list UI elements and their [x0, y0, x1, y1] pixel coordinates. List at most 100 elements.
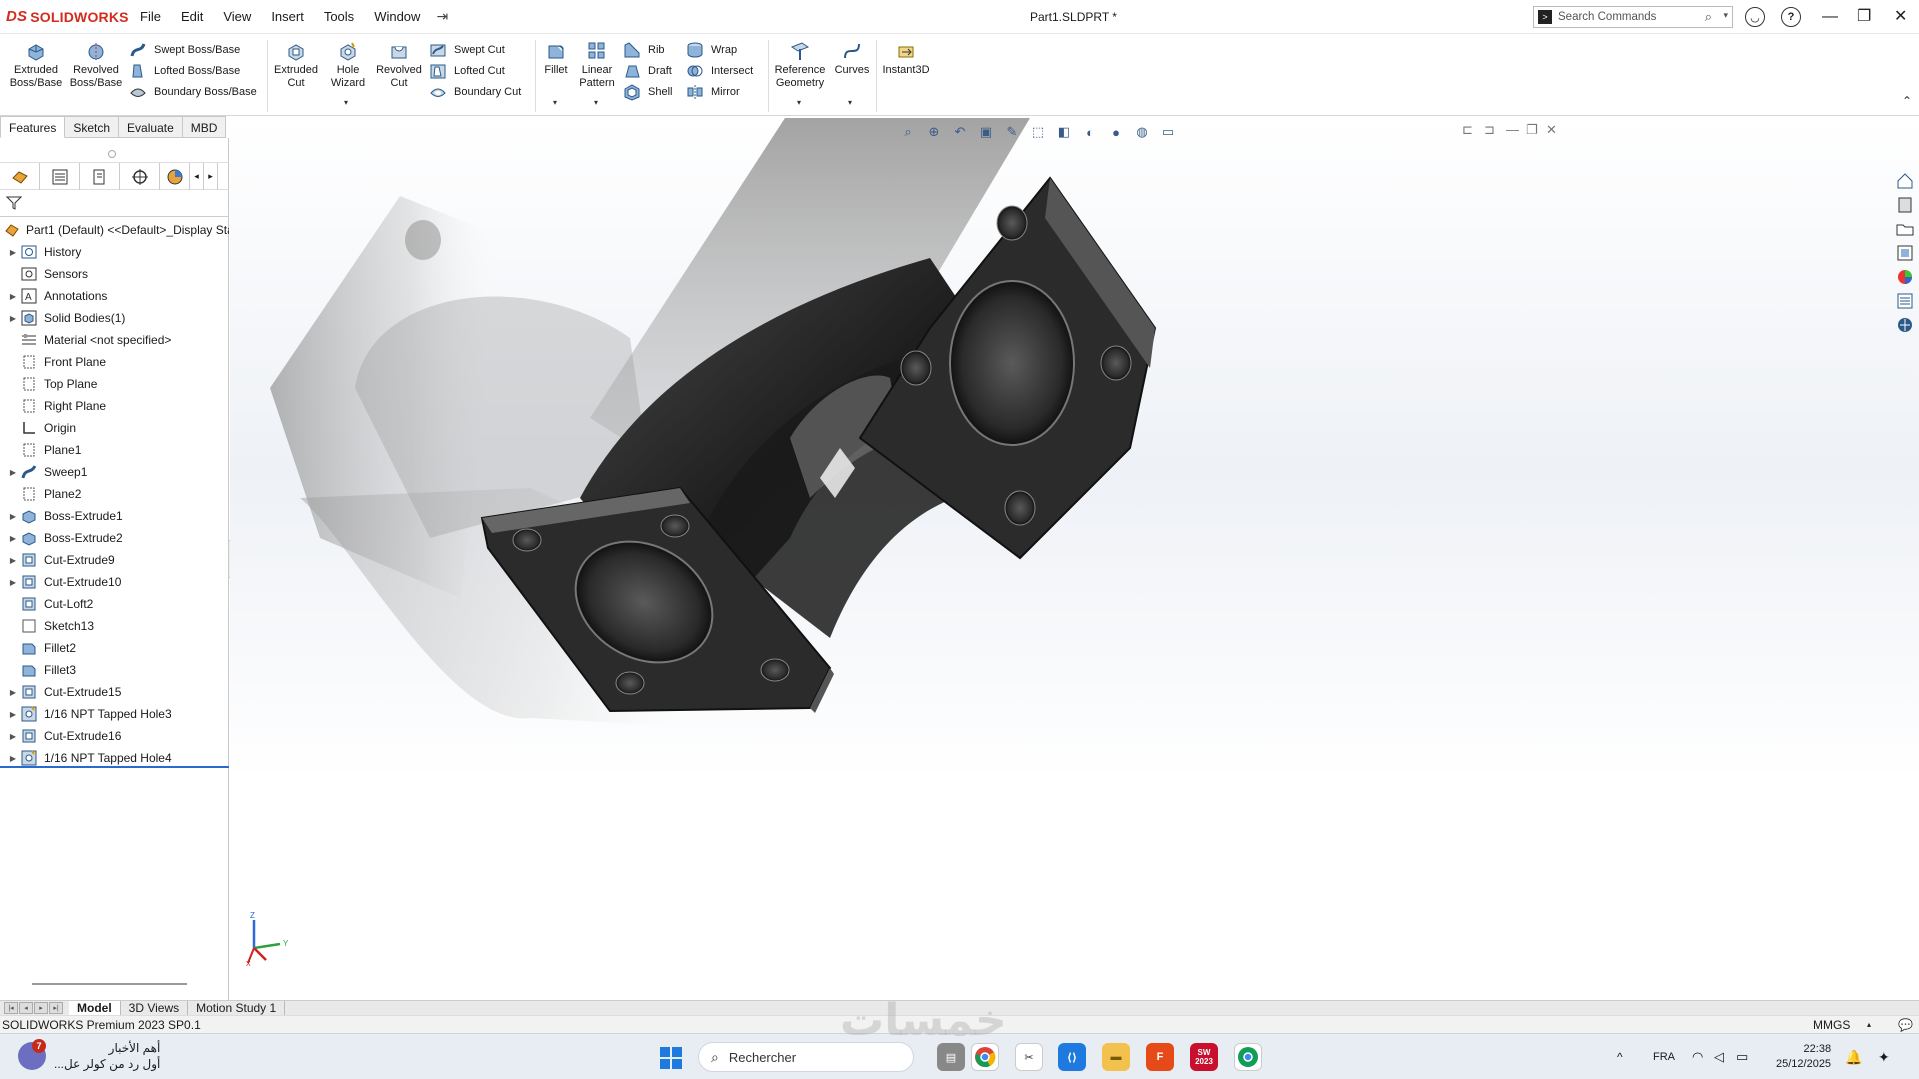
tree-item[interactable]: ▶ 1/16 NPT Tapped Hole3 [0, 703, 229, 725]
search-icon[interactable]: ⌕ [1705, 9, 1712, 25]
tree-item[interactable]: Origin [0, 417, 229, 439]
property-manager-tab-icon[interactable] [40, 163, 80, 190]
extruded-cut-button[interactable]: Extruded Cut [271, 40, 321, 90]
view-orientation-icon[interactable]: ⬚ [1028, 122, 1048, 142]
expand-arrow-icon[interactable]: ▶ [6, 754, 20, 763]
tree-item[interactable]: ▶ Boss-Extrude1 [0, 505, 229, 527]
snipping-tool-icon[interactable]: ✂ [1015, 1043, 1043, 1071]
solidworks-taskbar-icon[interactable]: SW 2023 [1190, 1043, 1218, 1071]
tree-item[interactable]: Sensors [0, 263, 229, 285]
last-tab-icon[interactable]: ▸| [49, 1002, 63, 1014]
tree-item[interactable]: ▶ Cut-Extrude9 [0, 549, 229, 571]
search-dropdown-icon[interactable]: ▾ [1723, 10, 1728, 21]
zoom-to-area-icon[interactable]: ⊕ [924, 122, 944, 142]
taskbar-search-input[interactable]: ⌕ Rechercher [698, 1042, 914, 1072]
custom-properties-icon[interactable] [1893, 290, 1917, 312]
tree-item[interactable]: Top Plane [0, 373, 229, 395]
tab-mbd[interactable]: MBD [182, 116, 227, 138]
taskbar-clock[interactable]: 22:38 25/12/2025 [1776, 1042, 1831, 1072]
input-language[interactable]: FRA [1653, 1034, 1675, 1079]
next-tab-icon[interactable]: ▸ [34, 1002, 48, 1014]
revolved-boss-button[interactable]: Revolved Boss/Base [68, 40, 124, 90]
chrome-profile-icon[interactable] [1234, 1043, 1262, 1071]
close-button[interactable]: ✕ [1894, 0, 1907, 34]
expand-arrow-icon[interactable]: ▶ [6, 732, 20, 741]
viewport-tile-left-icon[interactable]: ⊏ [1462, 122, 1473, 138]
zoom-to-fit-icon[interactable]: ⌕ [898, 122, 918, 142]
prev-tab-icon[interactable]: ◂ [19, 1002, 33, 1014]
panel-grip-icon[interactable] [108, 150, 116, 158]
curves-button[interactable]: Curves [832, 40, 872, 77]
display-manager-tab-icon[interactable] [160, 163, 190, 190]
fillet-button[interactable]: Fillet [539, 40, 573, 77]
file-explorer-icon[interactable] [1893, 218, 1917, 240]
section-view-icon[interactable]: ▣ [976, 122, 996, 142]
view-settings-icon[interactable]: ▭ [1158, 122, 1178, 142]
instant3d-button[interactable]: Instant3D [878, 40, 934, 77]
vscode-icon[interactable]: ⟨⟩ [1058, 1043, 1086, 1071]
panel-horizontal-scrollbar[interactable] [32, 983, 187, 985]
solidworks-logo[interactable]: DS SOLIDWORKS [0, 8, 130, 25]
graphics-area[interactable]: ⌕ ⊕ ↶ ▣ ✎ ⬚ ◧ ◐ ● ◍ ▭ ⊏ ⊐ — ❐ ✕ Z Y X [230, 118, 1919, 1000]
tab-evaluate[interactable]: Evaluate [119, 116, 183, 138]
menu-tools[interactable]: Tools [314, 0, 364, 34]
hole-wizard-button[interactable]: Hole Wizard [323, 40, 373, 90]
lofted-cut-button[interactable]: Lofted Cut [428, 61, 505, 81]
minimize-button[interactable]: — [1822, 0, 1838, 34]
intersect-button[interactable]: Intersect [685, 61, 753, 81]
filter-icon[interactable] [5, 195, 23, 214]
help-icon[interactable]: ? [1781, 7, 1801, 27]
tree-item[interactable]: ▶ Solid Bodies(1) [0, 307, 229, 329]
tree-item[interactable]: ▶ Boss-Extrude2 [0, 527, 229, 549]
tree-item[interactable]: Sketch13 [0, 615, 229, 637]
fillet-dropdown-icon[interactable]: ▾ [553, 98, 557, 107]
news-widget[interactable]: 7 أهم الأخبار أول رد من كولر عل... [18, 1039, 160, 1072]
curves-dropdown-icon[interactable]: ▾ [848, 98, 852, 107]
edit-appearance-icon[interactable]: ● [1106, 122, 1126, 142]
tab-features[interactable]: Features [0, 116, 66, 138]
expand-arrow-icon[interactable]: ▶ [6, 688, 20, 697]
feature-manager-tab-icon[interactable] [0, 163, 40, 190]
viewport-maximize-icon[interactable]: ❐ [1526, 122, 1538, 138]
tabs-scroll-left-icon[interactable]: ◂ [190, 163, 204, 190]
foxit-pdf-icon[interactable]: F [1146, 1043, 1174, 1071]
collapse-ribbon-icon[interactable]: ⌃ [1902, 94, 1912, 108]
expand-arrow-icon[interactable]: ▶ [6, 512, 20, 521]
tab-motion-study[interactable]: Motion Study 1 [188, 1000, 286, 1016]
hole-wizard-dropdown-icon[interactable]: ▾ [344, 98, 348, 107]
tree-item[interactable]: Material <not specified> [0, 329, 229, 351]
appearances-icon[interactable] [1893, 266, 1917, 288]
notification-icon[interactable]: 🔔 [1845, 1034, 1862, 1079]
boundary-cut-button[interactable]: Boundary Cut [428, 82, 521, 102]
hide-show-items-icon[interactable]: ◐ [1080, 122, 1100, 142]
volume-icon[interactable]: ◁ [1714, 1034, 1724, 1079]
tab-sketch[interactable]: Sketch [65, 116, 120, 138]
expand-arrow-icon[interactable]: ▶ [6, 292, 20, 301]
windows-start-icon[interactable] [659, 1046, 683, 1073]
pin-menu-icon[interactable]: ⇥ [430, 8, 454, 25]
boundary-boss-button[interactable]: Boundary Boss/Base [128, 82, 257, 102]
mirror-button[interactable]: Mirror [685, 82, 740, 102]
swept-cut-button[interactable]: Swept Cut [428, 40, 505, 60]
tree-item[interactable]: Plane1 [0, 439, 229, 461]
viewport-minimize-icon[interactable]: — [1506, 122, 1519, 137]
expand-arrow-icon[interactable]: ▶ [6, 248, 20, 257]
tree-item[interactable]: ▶ Sweep1 [0, 461, 229, 483]
tree-item[interactable]: ▶ Cut-Extrude16 [0, 725, 229, 747]
tree-item[interactable]: Cut-Loft2 [0, 593, 229, 615]
swept-boss-button[interactable]: Swept Boss/Base [128, 40, 240, 60]
dimxpert-tab-icon[interactable] [120, 163, 160, 190]
viewport-close-icon[interactable]: ✕ [1546, 122, 1557, 138]
apply-scene-icon[interactable]: ◍ [1132, 122, 1152, 142]
previous-view-icon[interactable]: ↶ [950, 122, 970, 142]
unit-system-dropdown-icon[interactable]: ▴ [1867, 1016, 1871, 1034]
wrap-button[interactable]: Wrap [685, 40, 737, 60]
menu-file[interactable]: File [130, 0, 171, 34]
linear-pattern-button[interactable]: Linear Pattern [576, 40, 618, 90]
tree-item[interactable]: Fillet3 [0, 659, 229, 681]
file-explorer-taskbar-icon[interactable]: ▬ [1102, 1043, 1130, 1071]
expand-arrow-icon[interactable]: ▶ [6, 578, 20, 587]
extruded-boss-button[interactable]: Extruded Boss/Base [8, 40, 64, 90]
linear-pattern-dropdown-icon[interactable]: ▾ [594, 98, 598, 107]
reference-geometry-dropdown-icon[interactable]: ▾ [797, 98, 801, 107]
